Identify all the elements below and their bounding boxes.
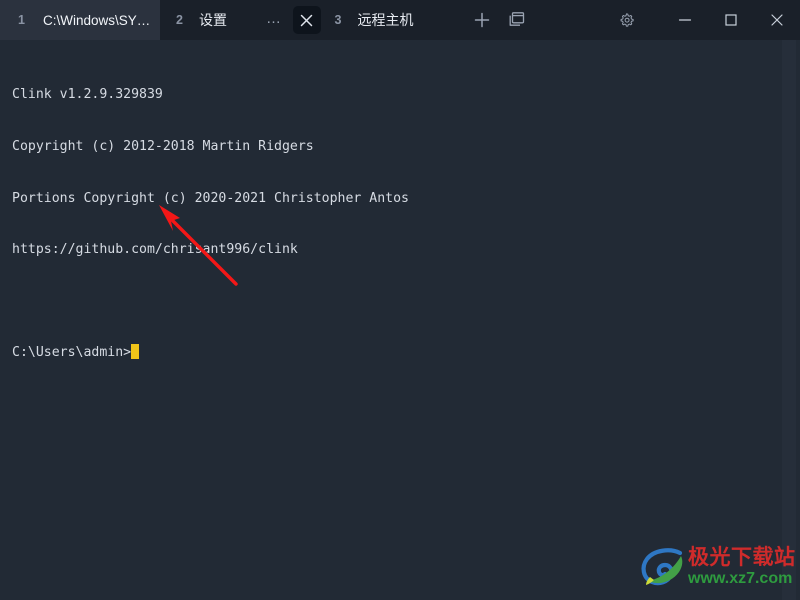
site-watermark: 极光下载站 www.xz7.com <box>640 540 796 594</box>
minimize-button[interactable] <box>662 0 708 40</box>
tab-1-title: C:\Windows\SY… <box>42 12 151 28</box>
terminal-line: https://github.com/chrisant996/clink <box>12 242 298 258</box>
new-tab-button[interactable] <box>465 0 499 40</box>
title-bar-drag-region[interactable] <box>533 0 605 40</box>
tab-overflow-group: … <box>260 0 321 40</box>
settings-button[interactable] <box>604 0 648 40</box>
tab-2[interactable]: 2 设置 <box>160 0 260 40</box>
plus-icon <box>474 12 489 28</box>
tab-3[interactable]: 3 远程主机 <box>321 0 451 40</box>
watermark-text: 极光下载站 www.xz7.com <box>688 545 796 588</box>
maximize-icon <box>725 14 737 26</box>
terminal-prompt-line: C:\Users\admin> <box>12 344 409 361</box>
watermark-logo-icon <box>641 548 683 586</box>
close-tab-button[interactable] <box>292 6 321 34</box>
terminal-line: Portions Copyright (c) 2020-2021 Christo… <box>12 190 409 206</box>
watermark-title: 极光下载站 <box>688 545 796 569</box>
panes-icon <box>509 12 524 26</box>
tab-1-index: 1 <box>18 13 25 27</box>
terminal-line: Copyright (c) 2012-2018 Martin Ridgers <box>12 139 314 154</box>
close-icon <box>771 14 783 26</box>
tab-overflow-menu-button[interactable]: … <box>260 11 289 26</box>
terminal-cursor <box>131 344 140 360</box>
tab-1[interactable]: 1 C:\Windows\SY… <box>0 0 160 40</box>
terminal-output: Clink v1.2.9.329839 Copyright (c) 2012-2… <box>12 52 409 396</box>
terminal-line: Clink v1.2.9.329839 <box>12 87 163 103</box>
terminal-app-window: 1 C:\Windows\SY… 2 设置 … 3 远程主机 Clink v1.… <box>0 0 800 600</box>
tab-3-index: 3 <box>334 13 342 27</box>
gear-icon <box>620 12 634 27</box>
tab-3-title: 远程主机 <box>357 12 414 28</box>
terminal-pane[interactable]: Clink v1.2.9.329839 Copyright (c) 2012-2… <box>0 40 800 600</box>
maximize-button[interactable] <box>708 0 754 40</box>
split-pane-button[interactable] <box>499 0 533 40</box>
tab-2-title: 设置 <box>198 12 227 28</box>
watermark-url: www.xz7.com <box>688 569 793 587</box>
terminal-scrollbar[interactable] <box>782 40 796 600</box>
minimize-icon <box>678 19 692 21</box>
tab-2-index: 2 <box>176 13 183 27</box>
tab-bar-actions <box>465 0 533 40</box>
window-controls <box>604 0 800 40</box>
prompt-text: C:\Users\admin> <box>12 345 132 361</box>
close-icon <box>300 14 313 26</box>
title-bar: 1 C:\Windows\SY… 2 设置 … 3 远程主机 <box>0 0 800 40</box>
close-window-button[interactable] <box>754 0 800 40</box>
